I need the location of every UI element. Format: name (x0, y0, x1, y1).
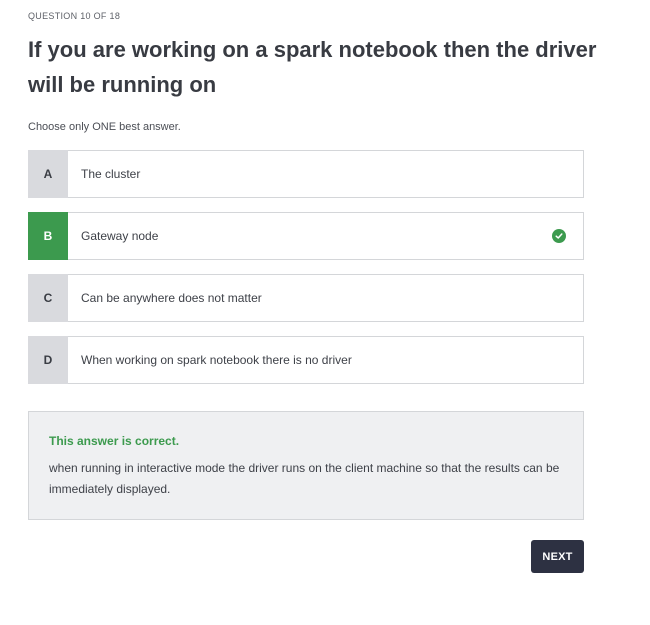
option-letter-badge: C (28, 274, 68, 322)
answer-option-a[interactable]: A The cluster (28, 150, 584, 198)
question-counter: QUESTION 10 OF 18 (28, 11, 121, 21)
answer-option-c[interactable]: C Can be anywhere does not matter (28, 274, 584, 322)
option-letter-badge: D (28, 336, 68, 384)
option-letter-badge: A (28, 150, 68, 198)
option-label: Can be anywhere does not matter (81, 291, 262, 305)
question-text: If you are working on a spark notebook t… (28, 37, 597, 97)
check-circle-icon (552, 229, 566, 243)
feedback-status: This answer is correct. (49, 434, 180, 448)
answer-option-b[interactable]: B Gateway node (28, 212, 584, 260)
answer-option-d[interactable]: D When working on spark notebook there i… (28, 336, 584, 384)
option-letter-badge: B (28, 212, 68, 260)
option-label: Gateway node (81, 229, 159, 243)
feedback-explanation: when running in interactive mode the dri… (49, 461, 560, 496)
next-button[interactable]: NEXT (531, 540, 584, 573)
answer-options: A The cluster B Gateway node C Can be an… (28, 150, 584, 398)
feedback-panel: This answer is correct. when running in … (28, 411, 584, 520)
option-label: When working on spark notebook there is … (81, 353, 352, 367)
option-label: The cluster (81, 167, 141, 181)
answer-instruction: Choose only ONE best answer. (28, 121, 181, 133)
